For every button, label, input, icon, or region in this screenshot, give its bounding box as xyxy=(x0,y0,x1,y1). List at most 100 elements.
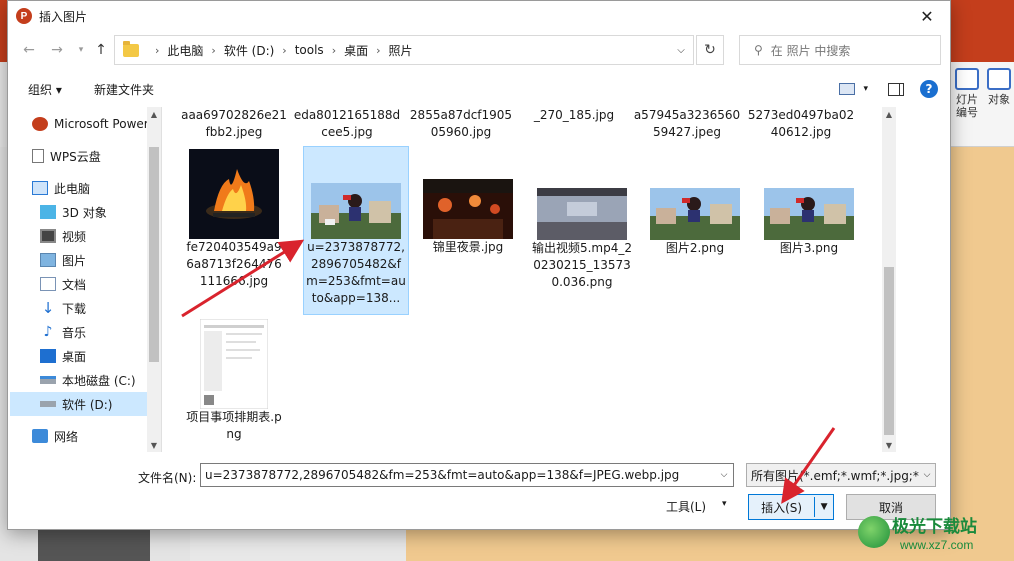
sidebar-item-drive-d[interactable]: 软件 (D:) xyxy=(10,392,150,416)
sidebar-item-label: 音乐 xyxy=(62,325,87,340)
file-item[interactable]: 锦里夜景.jpg xyxy=(415,179,521,256)
insert-button[interactable]: 插入(S) ▼ xyxy=(748,494,834,520)
picture-icon xyxy=(40,253,56,267)
sidebar-scrollbar[interactable]: ▲ ▼ xyxy=(147,107,161,452)
file-name: u=2373878772,2896705482&fm=253&fmt=auto&… xyxy=(306,240,406,305)
file-caption[interactable]: eda8012165188dcee5.jpg xyxy=(293,107,401,141)
close-button[interactable]: ✕ xyxy=(904,1,950,31)
file-item[interactable]: 项目事项排期表.png xyxy=(181,319,287,443)
night-scene-thumbnail xyxy=(423,179,513,239)
file-item[interactable]: fe720403549a96a8713f264476111666.jpg xyxy=(181,149,287,290)
preview-pane-icon[interactable] xyxy=(888,82,904,96)
filename-dropdown-icon[interactable]: ⌵ xyxy=(715,464,733,486)
file-item[interactable]: 图片2.png xyxy=(642,188,748,257)
tools-dropdown-icon[interactable]: ▾ xyxy=(722,499,727,509)
back-button[interactable]: ← xyxy=(18,39,40,61)
breadcrumb-separator: › xyxy=(376,43,381,57)
anime-thumbnail xyxy=(764,188,854,240)
sidebar-item-label: 文档 xyxy=(62,277,87,292)
file-list-scrollbar[interactable]: ▲ ▼ xyxy=(882,107,896,452)
sidebar-item-label: 网络 xyxy=(54,429,79,444)
breadcrumb-separator: › xyxy=(155,43,160,57)
organize-menu[interactable]: 组织 ▾ xyxy=(28,81,62,98)
view-icon[interactable] xyxy=(839,83,856,95)
help-icon[interactable]: ? xyxy=(920,80,938,98)
sidebar-item-label: WPS云盘 xyxy=(50,149,101,164)
file-name: 图片2.png xyxy=(665,241,725,255)
file-item-selected[interactable]: u=2373878772,2896705482&fm=253&fmt=auto&… xyxy=(303,146,409,315)
powerpoint-icon: P xyxy=(16,8,32,24)
insert-picture-dialog: P 插入图片 ✕ ← → ▾ ↑ › 此电脑 › 软件 (D:) › tools… xyxy=(7,0,951,530)
scroll-down-icon[interactable]: ▼ xyxy=(882,438,896,452)
breadcrumb-separator: › xyxy=(282,43,287,57)
folder-icon xyxy=(123,40,139,57)
file-list-scroll-thumb[interactable] xyxy=(884,267,894,435)
anime-thumbnail xyxy=(650,188,740,240)
file-caption[interactable]: 5273ed0497ba0240612.jpg xyxy=(747,107,855,141)
document-icon xyxy=(32,149,44,163)
file-caption[interactable]: _270_185.jpg xyxy=(520,107,628,124)
breadcrumb-item[interactable]: 此电脑 xyxy=(167,42,203,59)
up-button[interactable]: ↑ xyxy=(90,39,112,61)
navigation-pane: Microsoft Power WPS云盘 此电脑 3D 对象 视频 图片 文档… xyxy=(8,107,162,452)
file-type-filter[interactable]: 所有图片(*.emf;*.wmf;*.jpg;*.jp ⌵ xyxy=(746,463,936,487)
desktop-icon xyxy=(40,349,56,363)
file-item[interactable]: 图片3.png xyxy=(756,188,862,257)
address-dropdown-icon[interactable]: ⌵ xyxy=(669,36,693,64)
insert-button-label: 插入(S) xyxy=(761,500,803,515)
file-caption[interactable]: a57945a323656059427.jpeg xyxy=(633,107,741,141)
scroll-up-icon[interactable]: ▲ xyxy=(882,107,896,121)
breadcrumb-item[interactable]: 桌面 xyxy=(344,42,368,59)
object-icon xyxy=(987,68,1011,90)
file-list: aaa69702826e21fbb2.jpeg eda8012165188dce… xyxy=(163,107,882,452)
scroll-up-icon[interactable]: ▲ xyxy=(147,107,161,121)
drive-icon xyxy=(40,376,56,384)
network-icon xyxy=(32,429,48,443)
sidebar-item-label: 下载 xyxy=(62,301,87,316)
sidebar-item-label: 视频 xyxy=(62,229,87,244)
sidebar-item-label: 桌面 xyxy=(62,349,87,364)
watermark: 极光下载站 www.xz7.com xyxy=(852,510,1012,558)
music-icon: ♪ xyxy=(43,324,53,340)
watermark-title: 极光下载站 xyxy=(892,517,977,537)
filename-input[interactable]: u=2373878772,2896705482&fm=253&fmt=auto&… xyxy=(200,463,734,487)
filter-dropdown-icon[interactable]: ⌵ xyxy=(919,464,935,486)
download-icon: ↓ xyxy=(41,299,55,317)
ribbon-object[interactable]: 对象 xyxy=(984,68,1014,106)
navigation-bar: ← → ▾ ↑ › 此电脑 › 软件 (D:) › tools › 桌面 › 照… xyxy=(8,35,950,65)
insert-dropdown-icon[interactable]: ▼ xyxy=(815,502,833,512)
dialog-titlebar: P 插入图片 ✕ xyxy=(8,1,950,31)
drive-icon xyxy=(40,401,56,407)
sidebar-item-label: 图片 xyxy=(62,253,87,268)
file-item[interactable]: 输出视频5.mp4_20230215_135730.036.png xyxy=(529,188,635,291)
view-dropdown-icon[interactable]: ▾ xyxy=(863,84,868,94)
sidebar-scroll-thumb[interactable] xyxy=(149,147,159,362)
breadcrumb-item[interactable]: tools xyxy=(295,43,324,57)
sidebar-item-label: Microsoft Power xyxy=(54,117,149,131)
breadcrumb-item[interactable]: 照片 xyxy=(389,42,413,59)
watermark-url: www.xz7.com xyxy=(900,538,974,552)
file-name: fe720403549a96a8713f264476111666.jpg xyxy=(186,240,282,288)
cube-icon xyxy=(40,205,56,219)
refresh-button[interactable]: ↻ xyxy=(696,35,724,65)
file-caption[interactable]: 2855a87dcf190505960.jpg xyxy=(407,107,515,141)
anime-thumbnail xyxy=(311,183,401,239)
forward-button[interactable]: → xyxy=(46,39,68,61)
file-caption[interactable]: aaa69702826e21fbb2.jpeg xyxy=(180,107,288,141)
background-ribbon: 灯片编号 对象 xyxy=(950,62,1014,147)
ribbon-slide-number[interactable]: 灯片编号 xyxy=(952,68,982,119)
recent-locations-button[interactable]: ▾ xyxy=(70,39,92,61)
breadcrumb-item[interactable]: 软件 (D:) xyxy=(224,42,274,59)
scroll-down-icon[interactable]: ▼ xyxy=(147,438,161,452)
address-bar[interactable]: › 此电脑 › 软件 (D:) › tools › 桌面 › 照片 ⌵ xyxy=(114,35,694,65)
background-slide-thumbnail[interactable] xyxy=(38,526,150,561)
file-name: 输出视频5.mp4_20230215_135730.036.png xyxy=(531,241,633,289)
new-folder-button[interactable]: 新建文件夹 xyxy=(94,81,154,98)
search-input[interactable]: ⚲ 在 照片 中搜索 xyxy=(739,35,941,65)
file-name: 锦里夜景.jpg xyxy=(432,240,504,254)
ribbon-item-label: 对象 xyxy=(988,93,1010,106)
document-icon xyxy=(40,277,56,291)
tools-button[interactable]: 工具(L) xyxy=(666,498,706,515)
file-type-value: 所有图片(*.emf;*.wmf;*.jpg;*.jp xyxy=(751,468,934,483)
powerpoint-icon xyxy=(32,117,48,131)
